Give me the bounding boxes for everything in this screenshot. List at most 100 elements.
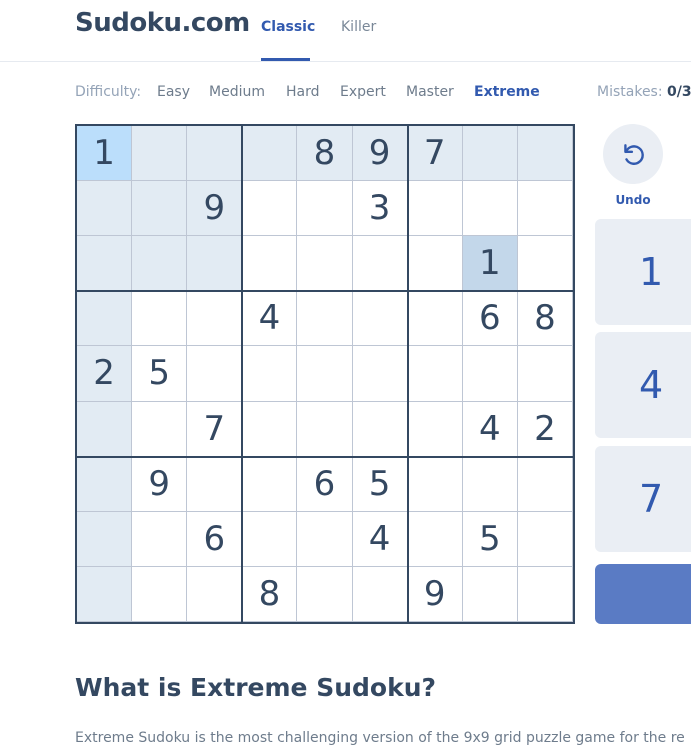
sudoku-cell-r5c8[interactable] bbox=[462, 346, 518, 402]
sudoku-cell-r3c8[interactable]: 1 bbox=[462, 236, 518, 292]
sudoku-cell-r7c1[interactable] bbox=[77, 456, 133, 512]
sudoku-cell-r1c5[interactable]: 8 bbox=[297, 126, 353, 182]
sudoku-cell-r8c1[interactable] bbox=[77, 511, 133, 567]
sudoku-cell-r1c1[interactable]: 1 bbox=[77, 126, 133, 182]
sudoku-cell-r5c6[interactable] bbox=[352, 346, 408, 402]
sudoku-cell-r4c8[interactable]: 6 bbox=[462, 291, 518, 347]
sudoku-cell-r8c6[interactable]: 4 bbox=[352, 511, 408, 567]
sudoku-cell-r5c4[interactable] bbox=[242, 346, 298, 402]
sudoku-cell-r2c1[interactable] bbox=[77, 181, 133, 237]
sudoku-cell-r9c2[interactable] bbox=[132, 566, 188, 622]
sudoku-cell-r6c8[interactable]: 4 bbox=[462, 401, 518, 457]
sudoku-cell-r8c9[interactable] bbox=[517, 511, 573, 567]
undo-button[interactable] bbox=[603, 124, 663, 184]
sudoku-cell-r7c3[interactable] bbox=[187, 456, 243, 512]
sudoku-cell-r4c5[interactable] bbox=[297, 291, 353, 347]
sudoku-cell-r3c4[interactable] bbox=[242, 236, 298, 292]
sudoku-cell-r4c6[interactable] bbox=[352, 291, 408, 347]
sudoku-cell-r4c4[interactable]: 4 bbox=[242, 291, 298, 347]
sudoku-cell-r2c8[interactable] bbox=[462, 181, 518, 237]
number-pad-4[interactable]: 4 bbox=[595, 332, 691, 438]
sudoku-cell-r4c2[interactable] bbox=[132, 291, 188, 347]
sudoku-cell-r1c2[interactable] bbox=[132, 126, 188, 182]
sudoku-cell-r1c6[interactable]: 9 bbox=[352, 126, 408, 182]
mistakes-value: 0/3 bbox=[667, 84, 691, 100]
sudoku-cell-r1c8[interactable] bbox=[462, 126, 518, 182]
sudoku-cell-r1c3[interactable] bbox=[187, 126, 243, 182]
sudoku-cell-r6c1[interactable] bbox=[77, 401, 133, 457]
sudoku-cell-r9c8[interactable] bbox=[462, 566, 518, 622]
undo-icon bbox=[624, 144, 644, 165]
sudoku-cell-r4c3[interactable] bbox=[187, 291, 243, 347]
sudoku-cell-r6c9[interactable]: 2 bbox=[517, 401, 573, 457]
sudoku-cell-r6c4[interactable] bbox=[242, 401, 298, 457]
sudoku-cell-r5c5[interactable] bbox=[297, 346, 353, 402]
sudoku-cell-r1c4[interactable] bbox=[242, 126, 298, 182]
number-pad-1[interactable]: 1 bbox=[595, 219, 691, 325]
sudoku-cell-r3c1[interactable] bbox=[77, 236, 133, 292]
sudoku-cell-r3c6[interactable] bbox=[352, 236, 408, 292]
sudoku-cell-r4c1[interactable] bbox=[77, 291, 133, 347]
site-logo[interactable]: Sudoku.com bbox=[75, 8, 250, 38]
sudoku-cell-r8c2[interactable] bbox=[132, 511, 188, 567]
sudoku-cell-r7c8[interactable] bbox=[462, 456, 518, 512]
sudoku-cell-r9c1[interactable] bbox=[77, 566, 133, 622]
sudoku-cell-r3c2[interactable] bbox=[132, 236, 188, 292]
tab-classic[interactable]: Classic bbox=[261, 19, 315, 35]
sudoku-cell-r2c3[interactable]: 9 bbox=[187, 181, 243, 237]
sudoku-cell-r6c7[interactable] bbox=[407, 401, 463, 457]
sudoku-cell-r9c4[interactable]: 8 bbox=[242, 566, 298, 622]
sudoku-cell-r1c9[interactable] bbox=[517, 126, 573, 182]
tab-killer[interactable]: Killer bbox=[341, 19, 376, 35]
sudoku-cell-r2c7[interactable] bbox=[407, 181, 463, 237]
sudoku-cell-r5c1[interactable]: 2 bbox=[77, 346, 133, 402]
sudoku-cell-r3c5[interactable] bbox=[297, 236, 353, 292]
sudoku-cell-r6c6[interactable] bbox=[352, 401, 408, 457]
sudoku-cell-r7c6[interactable]: 5 bbox=[352, 456, 408, 512]
sudoku-cell-r2c5[interactable] bbox=[297, 181, 353, 237]
number-pad-7[interactable]: 7 bbox=[595, 446, 691, 552]
sudoku-cell-r3c7[interactable] bbox=[407, 236, 463, 292]
sudoku-cell-r6c2[interactable] bbox=[132, 401, 188, 457]
difficulty-expert[interactable]: Expert bbox=[340, 84, 386, 100]
difficulty-medium[interactable]: Medium bbox=[209, 84, 265, 100]
sudoku-cell-r9c3[interactable] bbox=[187, 566, 243, 622]
sudoku-cell-r9c6[interactable] bbox=[352, 566, 408, 622]
sudoku-cell-r8c7[interactable] bbox=[407, 511, 463, 567]
sudoku-cell-r4c7[interactable] bbox=[407, 291, 463, 347]
sudoku-cell-r9c9[interactable] bbox=[517, 566, 573, 622]
sudoku-cell-r6c5[interactable] bbox=[297, 401, 353, 457]
sudoku-cell-r9c7[interactable]: 9 bbox=[407, 566, 463, 622]
sudoku-cell-r5c9[interactable] bbox=[517, 346, 573, 402]
sudoku-cell-r8c8[interactable]: 5 bbox=[462, 511, 518, 567]
sudoku-cell-r7c2[interactable]: 9 bbox=[132, 456, 188, 512]
sudoku-cell-r6c3[interactable]: 7 bbox=[187, 401, 243, 457]
sudoku-cell-r7c9[interactable] bbox=[517, 456, 573, 512]
difficulty-extreme[interactable]: Extreme bbox=[474, 84, 540, 100]
difficulty-hard[interactable]: Hard bbox=[286, 84, 320, 100]
sudoku-cell-r7c4[interactable] bbox=[242, 456, 298, 512]
sudoku-cell-r8c5[interactable] bbox=[297, 511, 353, 567]
sudoku-cell-r7c5[interactable]: 6 bbox=[297, 456, 353, 512]
sudoku-cell-r4c9[interactable]: 8 bbox=[517, 291, 573, 347]
sudoku-cell-r8c4[interactable] bbox=[242, 511, 298, 567]
sudoku-cell-r3c9[interactable] bbox=[517, 236, 573, 292]
sudoku-cell-r2c4[interactable] bbox=[242, 181, 298, 237]
sudoku-cell-r3c3[interactable] bbox=[187, 236, 243, 292]
about-title: What is Extreme Sudoku? bbox=[75, 673, 436, 702]
sudoku-cell-r5c7[interactable] bbox=[407, 346, 463, 402]
new-game-button[interactable] bbox=[595, 564, 691, 624]
sudoku-cell-r2c9[interactable] bbox=[517, 181, 573, 237]
sudoku-cell-r5c3[interactable] bbox=[187, 346, 243, 402]
sudoku-cell-r9c5[interactable] bbox=[297, 566, 353, 622]
difficulty-master[interactable]: Master bbox=[406, 84, 454, 100]
sudoku-cell-r7c7[interactable] bbox=[407, 456, 463, 512]
sudoku-cell-r2c2[interactable] bbox=[132, 181, 188, 237]
sudoku-cell-r2c6[interactable]: 3 bbox=[352, 181, 408, 237]
mistakes-label: Mistakes: bbox=[597, 84, 663, 100]
sudoku-cell-r1c7[interactable]: 7 bbox=[407, 126, 463, 182]
difficulty-easy[interactable]: Easy bbox=[157, 84, 190, 100]
active-tab-underline bbox=[261, 58, 310, 61]
sudoku-cell-r8c3[interactable]: 6 bbox=[187, 511, 243, 567]
sudoku-cell-r5c2[interactable]: 5 bbox=[132, 346, 188, 402]
